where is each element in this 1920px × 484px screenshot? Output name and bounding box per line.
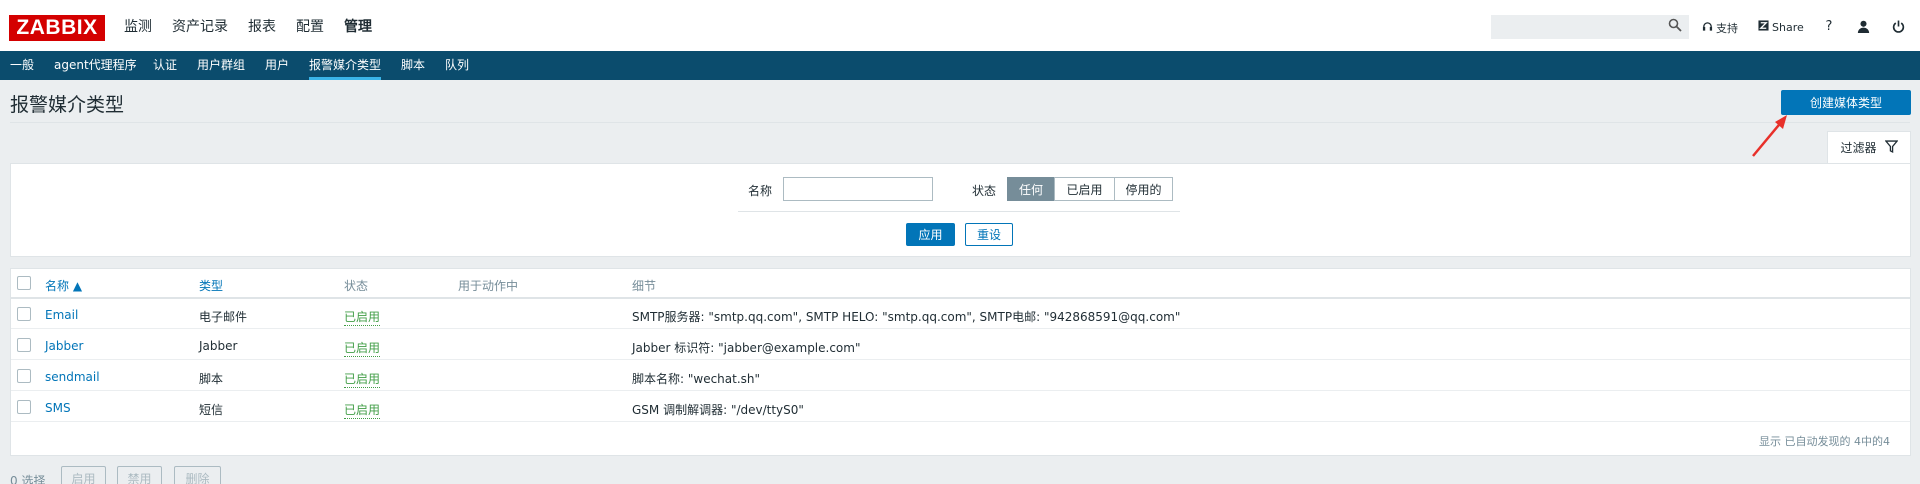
row-divider [11,390,1910,391]
main-menu-administration[interactable]: 管理 [344,16,372,36]
row-checkbox[interactable] [17,369,31,383]
sub-menu-users[interactable]: 用户 [265,51,289,80]
share-label: Share [1772,20,1804,34]
share-icon [1758,20,1769,34]
status-badge[interactable]: 已启用 [344,308,381,326]
media-type-details: GSM 调制解调器: "/dev/ttyS0" [632,403,804,417]
status-option-disabled[interactable]: 停用的 [1114,177,1173,201]
sub-menu-general[interactable]: 一般 [10,51,34,80]
column-details-header: 细节 [632,279,657,293]
row-checkbox[interactable] [17,307,31,321]
column-status-header: 状态 [344,279,369,293]
headset-icon [1702,21,1713,35]
main-menu-monitoring[interactable]: 监测 [124,16,152,36]
row-divider [11,421,1910,422]
status-badge[interactable]: 已启用 [344,401,381,419]
status-option-any[interactable]: 任何 [1007,177,1055,201]
annotation-arrow-icon [1752,115,1787,157]
create-media-type-button[interactable]: 创建媒体类型 [1781,90,1911,115]
media-type-name-link[interactable]: sendmail [45,370,100,384]
column-used-in-actions-header: 用于动作中 [458,279,519,293]
select-all-checkbox[interactable] [17,276,31,290]
main-menu: 监测 资产记录 报表 配置 管理 [124,0,392,51]
filter-divider [738,211,1180,212]
search-icon[interactable] [1668,18,1686,36]
page-title: 报警媒介类型 [10,94,125,116]
status-badge[interactable]: 已启用 [344,339,381,357]
table-footer-count: 显示 已自动发现的 4中的4 [1759,435,1890,448]
title-divider [10,122,1910,123]
column-type-header[interactable]: 类型 [199,277,223,294]
sub-menu: 一般 agent代理程序 认证 用户群组 用户 报警媒介类型 脚本 队列 [0,51,1920,80]
delete-selected-button[interactable]: 删除 [174,466,221,484]
power-icon[interactable] [1890,18,1906,34]
sub-menu-scripts[interactable]: 脚本 [401,51,425,80]
media-type-details: 脚本名称: "wechat.sh" [632,372,761,386]
zabbix-logo[interactable]: ZABBIX [9,15,105,41]
media-type-name-link[interactable]: Jabber [45,339,83,353]
support-link[interactable]: 支持 [1702,20,1738,36]
row-checkbox[interactable] [17,338,31,352]
media-type-details: Jabber 标识符: "jabber@example.com" [632,341,861,355]
filter-panel [10,163,1911,257]
funnel-icon [1883,139,1899,156]
filter-tab-label: 过滤器 [1840,141,1877,155]
media-type-name-link[interactable]: SMS [45,401,71,415]
main-menu-configuration[interactable]: 配置 [296,16,324,36]
media-type-type: 脚本 [199,372,224,386]
filter-name-label: 名称 [748,184,773,198]
table-header-divider [11,297,1910,299]
column-name-header[interactable]: 名称 ▲ [45,277,82,294]
search-input[interactable] [1491,15,1689,39]
apply-button[interactable]: 应用 [906,223,955,246]
media-type-type: 短信 [199,403,224,417]
selected-count: 0 选择 [10,474,46,484]
media-type-type: Jabber [199,339,238,353]
share-link[interactable]: Share [1758,20,1804,34]
status-badge[interactable]: 已启用 [344,370,381,388]
media-type-type: 电子邮件 [199,310,248,324]
sub-menu-queue[interactable]: 队列 [445,51,469,80]
sub-menu-proxies[interactable]: agent代理程序 [54,51,137,80]
main-menu-reports[interactable]: 报表 [248,16,276,36]
filter-name-input[interactable] [783,177,933,201]
filter-tab[interactable]: 过滤器 [1827,131,1911,163]
row-divider [11,359,1910,360]
top-header: ZABBIX 监测 资产记录 报表 配置 管理 支持 Share ? [0,0,1920,51]
media-type-name-link[interactable]: Email [45,308,78,322]
filter-status-label: 状态 [972,184,997,198]
row-checkbox[interactable] [17,400,31,414]
sub-menu-user-groups[interactable]: 用户群组 [197,51,245,80]
sub-menu-authentication[interactable]: 认证 [153,51,177,80]
sub-menu-media-types[interactable]: 报警媒介类型 [309,51,382,80]
status-option-enabled[interactable]: 已启用 [1054,177,1115,201]
row-divider [11,328,1910,329]
disable-selected-button[interactable]: 禁用 [117,466,162,484]
enable-selected-button[interactable]: 启用 [61,466,106,484]
media-type-details: SMTP服务器: "smtp.qq.com", SMTP HELO: "smtp… [632,310,1181,324]
main-menu-inventory[interactable]: 资产记录 [172,16,228,36]
help-icon[interactable]: ? [1821,18,1837,34]
reset-button[interactable]: 重设 [965,223,1013,246]
user-icon[interactable] [1855,18,1871,34]
support-label: 支持 [1716,22,1738,35]
